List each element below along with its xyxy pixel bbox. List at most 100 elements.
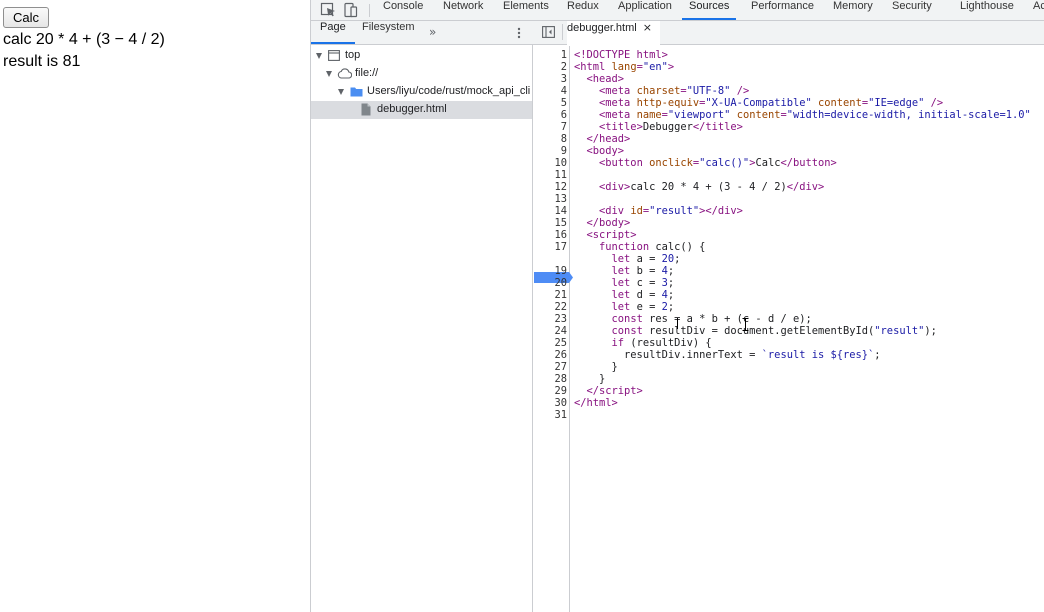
line-number[interactable]: 29 bbox=[533, 385, 567, 397]
toolbar-divider bbox=[369, 4, 370, 17]
expand-triangle-icon[interactable] bbox=[338, 89, 344, 95]
line-number[interactable]: 3 bbox=[533, 73, 567, 85]
code-line: <meta charset="UTF-8" /> bbox=[599, 85, 750, 97]
tab-performance[interactable]: Performance bbox=[751, 0, 814, 20]
code-line: <body> bbox=[586, 145, 625, 157]
tab-memory[interactable]: Memory bbox=[833, 0, 873, 20]
code-line: resultDiv.innerText = `result is ${res}`… bbox=[574, 349, 881, 361]
calc-button[interactable]: Calc bbox=[3, 7, 50, 28]
cloud-icon bbox=[337, 68, 352, 79]
file-tab-label: debugger.html bbox=[567, 22, 637, 34]
code-line: <button onclick="calc()">Calc</button> bbox=[599, 157, 837, 169]
calc-expression: calc 20 * 4 + (3 − 4 / 2) bbox=[3, 31, 165, 48]
code-line: <!DOCTYPE html> bbox=[574, 49, 668, 61]
code-line: } bbox=[574, 373, 606, 385]
tree-item-file[interactable]: file:// bbox=[311, 65, 532, 83]
toggle-navigator-icon[interactable] bbox=[542, 26, 555, 38]
code-line: const res = a * b + (c - d / e); bbox=[611, 313, 812, 325]
tab-redux[interactable]: Redux bbox=[567, 0, 599, 20]
code-line: if (resultDiv) { bbox=[611, 337, 712, 349]
line-number[interactable]: 16 bbox=[533, 229, 567, 241]
line-number[interactable]: 12 bbox=[533, 181, 567, 193]
line-number[interactable]: 14 bbox=[533, 205, 567, 217]
line-number[interactable]: 28 bbox=[533, 373, 567, 385]
code-line: <div>calc 20 * 4 + (3 - 4 / 2)</div> bbox=[599, 181, 825, 193]
line-number[interactable]: 22 bbox=[533, 301, 567, 313]
tree-label-folder: Users/liyu/code/rust/mock_api_cli bbox=[367, 85, 531, 97]
line-number[interactable]: 20 bbox=[533, 277, 567, 289]
code-line: </body> bbox=[586, 217, 631, 229]
code-line: <meta http-equiv="X-UA-Compatible" conte… bbox=[599, 97, 944, 109]
line-number[interactable]: 13 bbox=[533, 193, 567, 205]
editor-tab-bar: debugger.html × bbox=[533, 21, 1044, 45]
line-number[interactable]: 26 bbox=[533, 349, 567, 361]
sources-navigator: Page Filesystem » top file:// Users/liyu… bbox=[311, 21, 533, 612]
code-line: <script> bbox=[586, 229, 637, 241]
code-line: let e = 2; bbox=[611, 301, 675, 313]
tab-application[interactable]: Application bbox=[618, 0, 672, 20]
tab-page[interactable]: Page bbox=[311, 21, 355, 44]
code-line: let d = 4; bbox=[611, 289, 675, 301]
tree-item-folder[interactable]: Users/liyu/code/rust/mock_api_cli bbox=[311, 83, 532, 101]
line-number[interactable]: 8 bbox=[533, 133, 567, 145]
tab-lighthouse[interactable]: Lighthouse bbox=[960, 0, 1014, 20]
line-number[interactable]: 31 bbox=[533, 409, 567, 421]
line-number[interactable]: 2 bbox=[533, 61, 567, 73]
line-number[interactable]: 10 bbox=[533, 157, 567, 169]
code-line: let b = 4; bbox=[611, 265, 675, 277]
line-number[interactable]: 27 bbox=[533, 361, 567, 373]
line-number[interactable]: 9 bbox=[533, 145, 567, 157]
more-tabs-icon[interactable]: » bbox=[429, 26, 436, 38]
line-number[interactable]: 25 bbox=[533, 337, 567, 349]
line-number[interactable]: 19 bbox=[533, 265, 567, 277]
code-line: <div id="result"></div> bbox=[599, 205, 743, 217]
line-number[interactable]: 30 bbox=[533, 397, 567, 409]
line-number[interactable]: 7 bbox=[533, 121, 567, 133]
expand-triangle-icon[interactable] bbox=[326, 71, 332, 77]
tree-label-debugger-html: debugger.html bbox=[377, 103, 447, 115]
code-line: <head> bbox=[586, 73, 625, 85]
rendered-page: Calc calc 20 * 4 + (3 − 4 / 2) result is… bbox=[0, 0, 310, 612]
line-number-gutter[interactable]: 1 2 3 4 5 6 7 8 9 10 11 12 13 14 15 16 17 18 19 20 21 22 23 24 2… bbox=[533, 46, 573, 612]
frame-icon bbox=[328, 50, 340, 61]
line-number[interactable]: 11 bbox=[533, 169, 567, 181]
ibeam-cursor-icon bbox=[742, 318, 749, 331]
tab-console[interactable]: Console bbox=[383, 0, 423, 20]
line-number[interactable]: 23 bbox=[533, 313, 567, 325]
tab-elements[interactable]: Elements bbox=[503, 0, 549, 20]
line-number-breakpoint[interactable]: 18 bbox=[533, 253, 567, 265]
line-number[interactable]: 21 bbox=[533, 289, 567, 301]
line-number[interactable]: 1 bbox=[533, 49, 567, 61]
tab-network[interactable]: Network bbox=[443, 0, 483, 20]
tab-sources[interactable]: Sources bbox=[682, 0, 737, 20]
line-number[interactable]: 5 bbox=[533, 97, 567, 109]
tree-label-top: top bbox=[345, 49, 361, 61]
code-line: } bbox=[574, 361, 618, 373]
result-text: result is 81 bbox=[3, 53, 81, 70]
tab-filesystem[interactable]: Filesystem bbox=[362, 21, 415, 44]
devtools-toolbar: Console Network Elements Redux Applicati… bbox=[311, 0, 1044, 21]
device-toolbar-icon[interactable] bbox=[342, 2, 359, 18]
file-tab-debugger-html[interactable]: debugger.html × bbox=[567, 21, 660, 45]
tree-item-top[interactable]: top bbox=[311, 47, 532, 65]
code-line: <html lang="en"> bbox=[574, 61, 675, 73]
tree-item-debugger-html[interactable]: debugger.html bbox=[311, 101, 532, 119]
line-number[interactable]: 17 bbox=[533, 241, 567, 253]
line-number[interactable]: 15 bbox=[533, 217, 567, 229]
line-number[interactable]: 24 bbox=[533, 325, 567, 337]
code-line: const resultDiv = document.getElementByI… bbox=[611, 325, 937, 337]
kebab-menu-icon[interactable] bbox=[514, 26, 524, 40]
file-icon bbox=[361, 103, 371, 116]
code-area[interactable]: <!DOCTYPE html> <html lang="en"> <head> … bbox=[571, 46, 1044, 612]
code-line: <title>Debugger</title> bbox=[599, 121, 743, 133]
close-icon[interactable]: × bbox=[643, 21, 652, 34]
tab-overflow[interactable]: Ac bbox=[1033, 0, 1044, 20]
line-number[interactable]: 4 bbox=[533, 85, 567, 97]
line-number[interactable]: 6 bbox=[533, 109, 567, 121]
folder-icon bbox=[350, 87, 363, 97]
tab-security[interactable]: Security bbox=[892, 0, 932, 20]
source-editor: debugger.html × 1 2 3 4 5 6 7 8 9 10 11 12 13 14 15 16 17… bbox=[533, 21, 1044, 612]
expand-triangle-icon[interactable] bbox=[316, 53, 322, 59]
text-cursor bbox=[677, 318, 678, 329]
inspect-element-icon[interactable] bbox=[320, 2, 337, 18]
